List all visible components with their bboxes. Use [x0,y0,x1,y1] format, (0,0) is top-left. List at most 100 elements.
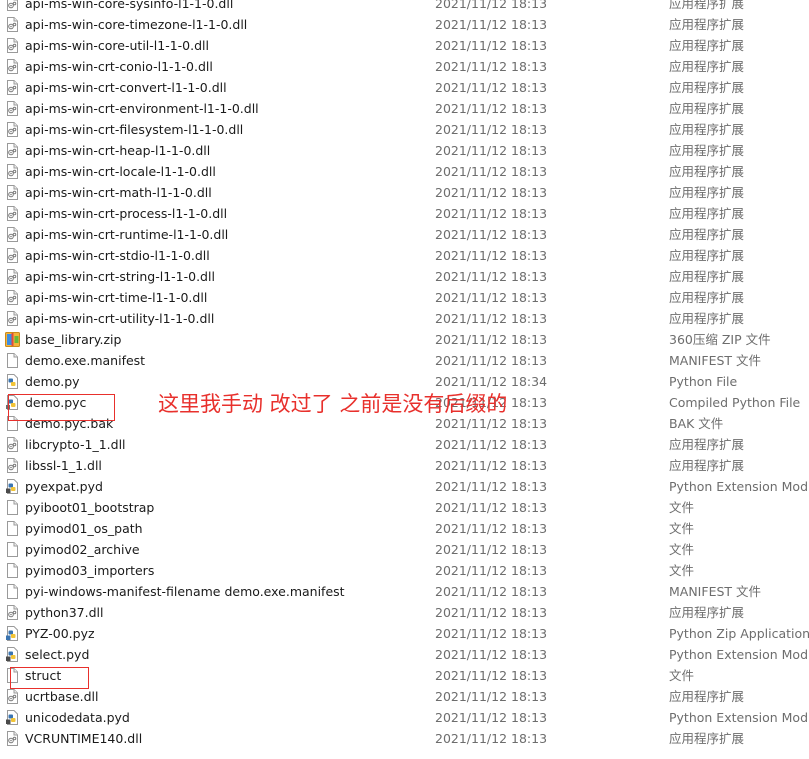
file-row-libcrypto-1-1-dll[interactable]: libcrypto-1_1.dll 2021/11/12 18:13 应用程序扩展 [0,434,809,455]
file-row-libssl-1-1-dll[interactable]: libssl-1_1.dll 2021/11/12 18:13 应用程序扩展 [0,455,809,476]
file-name[interactable]: pyi-windows-manifest-filename demo.exe.m… [25,581,425,602]
file-row-api-ms-win-crt-filesystem-l1-1-0-dll[interactable]: api-ms-win-crt-filesystem-l1-1-0.dll 2021… [0,119,809,140]
file-type: 应用程序扩展 [669,248,745,263]
file-modified-date: 2021/11/12 18:13 [435,605,548,620]
file-name[interactable]: api-ms-win-crt-conio-l1-1-0.dll [25,56,425,77]
file-name[interactable]: VCRUNTIME140.dll [25,728,425,749]
file-row-pyi-windows-manifest-filename-demo-exe-manifest[interactable]: pyi-windows-manifest-filename demo.exe.m… [0,581,809,602]
file-row-ucrtbase-dll[interactable]: ucrtbase.dll 2021/11/12 18:13 应用程序扩展 [0,686,809,707]
file-name[interactable]: demo.exe.manifest [25,350,425,371]
file-row-api-ms-win-crt-time-l1-1-0-dll[interactable]: api-ms-win-crt-time-l1-1-0.dll 2021/11/12… [0,287,809,308]
file-row-pyz-00-pyz[interactable]: PYZ-00.pyz 2021/11/12 18:13 Python Zip App… [0,623,809,644]
dll-file-icon [5,311,20,326]
file-name[interactable]: select.pyd [25,644,425,665]
file-row-api-ms-win-crt-stdio-l1-1-0-dll[interactable]: api-ms-win-crt-stdio-l1-1-0.dll 2021/11/1… [0,245,809,266]
file-name[interactable]: api-ms-win-crt-heap-l1-1-0.dll [25,140,425,161]
file-type: 应用程序扩展 [669,185,745,200]
file-name[interactable]: pyimod03_importers [25,560,425,581]
file-type: MANIFEST 文件 [669,353,762,368]
blank-file-icon [5,521,20,536]
file-modified-date: 2021/11/12 18:13 [435,689,548,704]
file-type: 应用程序扩展 [669,311,745,326]
file-name[interactable]: api-ms-win-crt-utility-l1-1-0.dll [25,308,425,329]
dll-file-icon [5,122,20,137]
file-name[interactable]: api-ms-win-crt-environment-l1-1-0.dll [25,98,425,119]
file-type: 应用程序扩展 [669,206,745,221]
file-row-struct[interactable]: struct 2021/11/12 18:13 文件 [0,665,809,686]
file-modified-date: 2021/11/12 18:13 [435,122,548,137]
file-name[interactable]: libssl-1_1.dll [25,455,425,476]
file-name[interactable]: api-ms-win-crt-math-l1-1-0.dll [25,182,425,203]
file-name[interactable]: python37.dll [25,602,425,623]
file-name[interactable]: api-ms-win-core-timezone-l1-1-0.dll [25,14,425,35]
dll-file-icon [5,731,20,746]
file-row-api-ms-win-crt-string-l1-1-0-dll[interactable]: api-ms-win-crt-string-l1-1-0.dll 2021/11/… [0,266,809,287]
file-row-api-ms-win-crt-convert-l1-1-0-dll[interactable]: api-ms-win-crt-convert-l1-1-0.dll 2021/11… [0,77,809,98]
file-row-unicodedata-pyd[interactable]: unicodedata.pyd 2021/11/12 18:13 Python Ex… [0,707,809,728]
file-name[interactable]: api-ms-win-crt-runtime-l1-1-0.dll [25,224,425,245]
file-name[interactable]: api-ms-win-crt-time-l1-1-0.dll [25,287,425,308]
file-name[interactable]: base_library.zip [25,329,425,350]
file-modified-date: 2021/11/12 18:13 [435,290,548,305]
file-name[interactable]: api-ms-win-core-util-l1-1-0.dll [25,35,425,56]
file-row-pyimod01-os-path[interactable]: pyimod01_os_path 2021/11/12 18:13 文件 [0,518,809,539]
file-row-select-pyd[interactable]: select.pyd 2021/11/12 18:13 Python Extensi… [0,644,809,665]
python-zip-icon [5,626,20,641]
file-row-api-ms-win-crt-environment-l1-1-0-dll[interactable]: api-ms-win-crt-environment-l1-1-0.dll 202… [0,98,809,119]
file-modified-date: 2021/11/12 18:13 [435,647,548,662]
file-name[interactable]: api-ms-win-crt-string-l1-1-0.dll [25,266,425,287]
annotation-text: 这里我手动 改过了 之前是没有后缀的 [158,392,508,416]
file-row-api-ms-win-crt-locale-l1-1-0-dll[interactable]: api-ms-win-crt-locale-l1-1-0.dll 2021/11/… [0,161,809,182]
file-modified-date: 2021/11/12 18:13 [435,248,548,263]
file-type: 应用程序扩展 [669,164,745,179]
file-row-api-ms-win-crt-utility-l1-1-0-dll[interactable]: api-ms-win-crt-utility-l1-1-0.dll 2021/11… [0,308,809,329]
file-row-python37-dll[interactable]: python37.dll 2021/11/12 18:13 应用程序扩展 [0,602,809,623]
file-row-pyiboot01-bootstrap[interactable]: pyiboot01_bootstrap 2021/11/12 18:13 文件 [0,497,809,518]
file-row-vcruntime140-dll[interactable]: VCRUNTIME140.dll 2021/11/12 18:13 应用程序扩展 [0,728,809,749]
blank-file-icon [5,563,20,578]
file-modified-date: 2021/11/12 18:34 [435,374,548,389]
file-modified-date: 2021/11/12 18:13 [435,542,548,557]
python-file-icon [5,374,20,389]
file-name[interactable]: api-ms-win-crt-stdio-l1-1-0.dll [25,245,425,266]
file-name[interactable]: PYZ-00.pyz [25,623,425,644]
dll-file-icon [5,38,20,53]
file-modified-date: 2021/11/12 18:13 [435,38,548,53]
file-row-api-ms-win-core-sysinfo-l1-1-0-dll[interactable]: api-ms-win-core-sysinfo-l1-1-0.dll 2021/1… [0,0,809,14]
file-type: Compiled Python File [669,395,801,410]
file-name[interactable]: api-ms-win-crt-filesystem-l1-1-0.dll [25,119,425,140]
file-name[interactable]: demo.py [25,371,425,392]
dll-file-icon [5,185,20,200]
file-row-api-ms-win-crt-process-l1-1-0-dll[interactable]: api-ms-win-crt-process-l1-1-0.dll 2021/11… [0,203,809,224]
file-name[interactable]: unicodedata.pyd [25,707,425,728]
file-name[interactable]: api-ms-win-core-sysinfo-l1-1-0.dll [25,0,425,14]
file-name[interactable]: api-ms-win-crt-convert-l1-1-0.dll [25,77,425,98]
file-row-api-ms-win-core-util-l1-1-0-dll[interactable]: api-ms-win-core-util-l1-1-0.dll 2021/11/1… [0,35,809,56]
file-row-api-ms-win-crt-math-l1-1-0-dll[interactable]: api-ms-win-crt-math-l1-1-0.dll 2021/11/12… [0,182,809,203]
file-row-pyexpat-pyd[interactable]: pyexpat.pyd 2021/11/12 18:13 Python Extens… [0,476,809,497]
file-name[interactable]: api-ms-win-crt-process-l1-1-0.dll [25,203,425,224]
file-row-api-ms-win-crt-heap-l1-1-0-dll[interactable]: api-ms-win-crt-heap-l1-1-0.dll 2021/11/12… [0,140,809,161]
file-row-base-library-zip[interactable]: base_library.zip 2021/11/12 18:13 360压缩 ZI… [0,329,809,350]
file-name[interactable]: pyiboot01_bootstrap [25,497,425,518]
file-row-pyimod03-importers[interactable]: pyimod03_importers 2021/11/12 18:13 文件 [0,560,809,581]
file-row-demo-py[interactable]: demo.py 2021/11/12 18:34 Python File [0,371,809,392]
file-modified-date: 2021/11/12 18:13 [435,500,548,515]
file-row-demo-exe-manifest[interactable]: demo.exe.manifest 2021/11/12 18:13 MANIFES… [0,350,809,371]
file-row-pyimod02-archive[interactable]: pyimod02_archive 2021/11/12 18:13 文件 [0,539,809,560]
dll-file-icon [5,248,20,263]
file-type: 文件 [669,521,695,536]
file-row-api-ms-win-core-timezone-l1-1-0-dll[interactable]: api-ms-win-core-timezone-l1-1-0.dll 2021/… [0,14,809,35]
file-name[interactable]: api-ms-win-crt-locale-l1-1-0.dll [25,161,425,182]
file-name[interactable]: libcrypto-1_1.dll [25,434,425,455]
file-name[interactable]: ucrtbase.dll [25,686,425,707]
file-row-api-ms-win-crt-runtime-l1-1-0-dll[interactable]: api-ms-win-crt-runtime-l1-1-0.dll 2021/11… [0,224,809,245]
file-row-api-ms-win-crt-conio-l1-1-0-dll[interactable]: api-ms-win-crt-conio-l1-1-0.dll 2021/11/1… [0,56,809,77]
file-name[interactable]: pyimod01_os_path [25,518,425,539]
dll-file-icon [5,0,20,11]
file-modified-date: 2021/11/12 18:13 [435,0,548,11]
file-modified-date: 2021/11/12 18:13 [435,17,548,32]
file-name[interactable]: pyimod02_archive [25,539,425,560]
file-name[interactable]: pyexpat.pyd [25,476,425,497]
zip-archive-icon [5,332,20,347]
